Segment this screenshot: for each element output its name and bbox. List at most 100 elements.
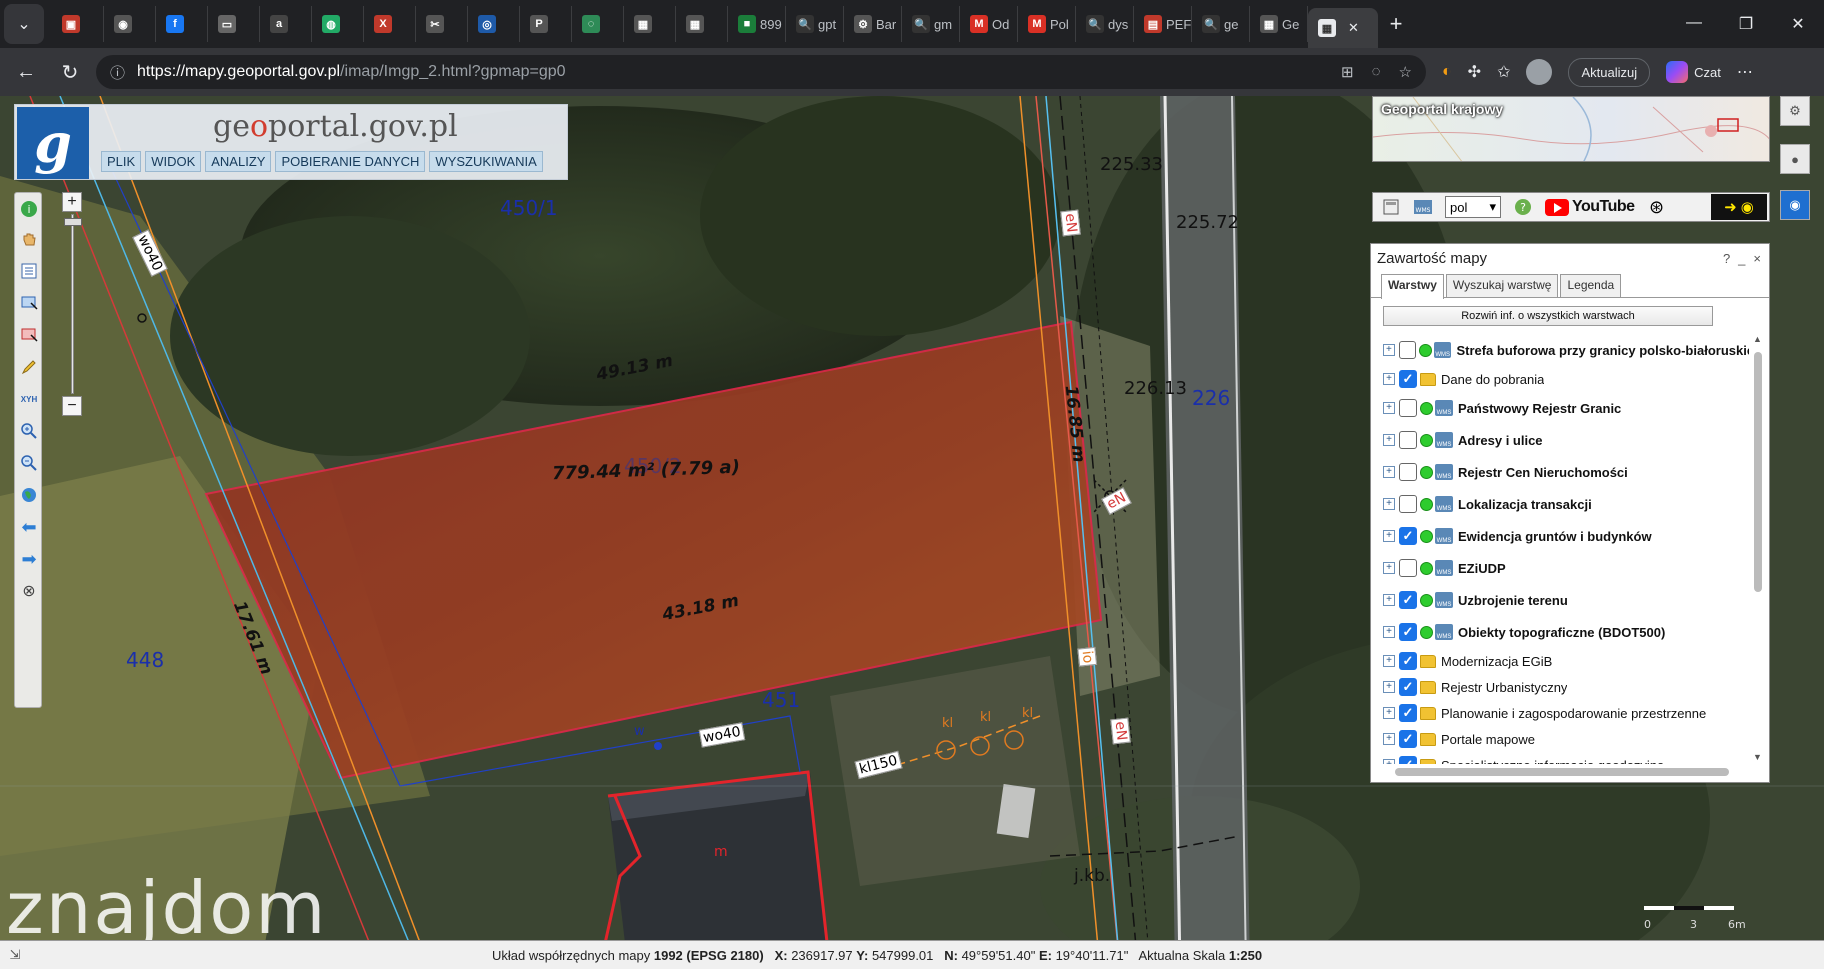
extension-colorful-icon[interactable]: ◐ [1442,63,1452,81]
extensions-puzzle-icon[interactable]: ✣ [1468,62,1481,82]
expand-plus-icon[interactable]: + [1383,402,1395,414]
geoportal-logo[interactable]: g [17,107,89,179]
expand-plus-icon[interactable]: + [1383,759,1395,764]
wms-service-icon[interactable]: WMS [1413,197,1433,217]
layer-row[interactable]: + ✓ Specjalistyczne informacje geodezyjne [1371,752,1749,764]
browser-tab[interactable]: M Od [960,6,1018,42]
back-button[interactable]: ← [8,54,44,90]
hscrollbar-thumb[interactable] [1395,768,1729,776]
layer-checkbox[interactable]: ✓ [1399,678,1417,696]
layer-row[interactable]: + WMS Państwowy Rejestr Granic [1371,392,1749,424]
layer-row[interactable]: + WMS EZiUDP [1371,552,1749,584]
new-tab-button[interactable]: + [1378,11,1414,37]
panel-close-button[interactable]: × [1753,251,1761,266]
layer-checkbox[interactable]: ✓ [1399,652,1417,670]
layer-checkbox[interactable]: ✓ [1399,756,1417,764]
expand-plus-icon[interactable]: + [1383,681,1395,693]
zoom-in-icon[interactable] [19,421,39,441]
panel-toggle-icon[interactable]: ● [1780,144,1810,174]
deselect-area-icon[interactable] [19,325,39,345]
layer-checkbox[interactable] [1398,341,1417,359]
panel-help-button[interactable]: ? [1723,251,1730,266]
layer-checkbox[interactable]: ✓ [1399,623,1417,641]
resize-icon[interactable]: ⇲ [0,947,30,963]
expand-plus-icon[interactable]: + [1383,655,1395,667]
layer-checkbox[interactable]: ✓ [1399,730,1417,748]
zoom-minus-button[interactable]: − [62,396,82,416]
more-menu-icon[interactable]: ⋯ [1737,62,1753,82]
browser-tab[interactable]: ▦ [676,6,728,42]
panel-minimize-button[interactable]: _ [1738,251,1745,266]
layer-checkbox[interactable] [1399,495,1417,513]
layer-list-hscrollbar[interactable] [1383,766,1749,778]
browser-tab[interactable]: ◍ [312,6,364,42]
layer-row[interactable]: + WMS Strefa buforowa przy granicy polsko-… [1371,334,1749,366]
browser-tab[interactable]: ▦ [624,6,676,42]
copilot-button[interactable]: Czat [1666,61,1721,83]
arrow-forward-icon[interactable]: ➡ [19,549,39,569]
browser-tab[interactable]: ■ 899 [728,6,786,42]
high-contrast-button[interactable]: ➜ ◉ [1711,194,1767,220]
xyh-coordinates-icon[interactable]: XYH [19,389,39,409]
expand-plus-icon[interactable]: + [1383,344,1395,356]
minimize-window-button[interactable]: — [1668,14,1720,34]
expand-plus-icon[interactable]: + [1383,594,1395,606]
scroll-down-icon[interactable]: ▼ [1753,752,1762,762]
tab-legenda[interactable]: Legenda [1560,274,1622,297]
globe-icon[interactable] [19,485,39,505]
zoom-knob[interactable] [64,218,82,226]
info-icon[interactable]: i [19,199,39,219]
browser-tab[interactable]: ◉ [104,6,156,42]
settings-icon[interactable]: ⚙ [1780,96,1810,126]
layer-row[interactable]: + ✓ Rejestr Urbanistyczny [1371,674,1749,700]
layer-row[interactable]: + ✓ Portale mapowe [1371,726,1749,752]
layer-row[interactable]: + WMS Adresy i ulice [1371,424,1749,456]
tab-wyszukaj-warstwe[interactable]: Wyszukaj warstwę [1445,274,1559,297]
layer-list-scrollbar[interactable]: ▲ ▼ [1751,334,1765,764]
browser-tab[interactable]: ◌ [572,6,624,42]
apps-icon[interactable]: ⊞ [1341,63,1354,81]
tab-search-button[interactable]: ⌄ [4,4,44,44]
expand-plus-icon[interactable]: + [1383,373,1395,385]
arrow-back-icon[interactable]: ⬅ [19,517,39,537]
browser-tab[interactable]: ✂ [416,6,468,42]
browser-tab[interactable]: a [260,6,312,42]
scroll-up-icon[interactable]: ▲ [1753,334,1762,344]
tracking-prevention-icon[interactable]: ◌ [1372,63,1381,81]
layer-checkbox[interactable]: ✓ [1399,591,1417,609]
browser-tab[interactable]: ⚙ Bar [844,6,902,42]
expand-all-layers-button[interactable]: Rozwiń inf. o wszystkich warstwach [1383,306,1713,326]
help-icon[interactable]: ? [1513,197,1533,217]
layer-row[interactable]: + ✓ Modernizacja EGiB [1371,648,1749,674]
expand-plus-icon[interactable]: + [1383,707,1395,719]
menu-pobieranie-danych[interactable]: POBIERANIE DANYCH [275,151,426,172]
browser-tab[interactable]: 🔍 ge [1192,6,1250,42]
expand-plus-icon[interactable]: + [1383,626,1395,638]
zoom-slider[interactable]: + − [62,192,84,422]
maximize-window-button[interactable]: ❐ [1720,14,1772,34]
calculator-icon[interactable] [1381,197,1401,217]
layer-checkbox[interactable] [1399,463,1417,481]
select-area-icon[interactable] [19,293,39,313]
close-window-button[interactable]: ✕ [1772,14,1824,34]
pan-hand-icon[interactable] [19,229,39,249]
tab-warstwy[interactable]: Warstwy [1381,274,1444,299]
menu-analizy[interactable]: ANALIZY [205,151,272,172]
browser-tab[interactable]: 🔍 dys [1076,6,1134,42]
layer-checkbox[interactable] [1399,399,1417,417]
visibility-eye-icon[interactable]: ◉ [1780,190,1810,220]
site-info-icon[interactable]: ⓘ [110,62,125,83]
expand-plus-icon[interactable]: + [1383,530,1395,542]
menu-widok[interactable]: WIDOK [145,151,202,172]
reload-button[interactable]: ↻ [52,54,88,90]
language-select[interactable]: pol ▾ [1445,196,1501,218]
browser-tab[interactable]: P [520,6,572,42]
legend-list-icon[interactable] [19,261,39,281]
layer-checkbox[interactable] [1399,559,1417,577]
overview-minimap[interactable]: Geoportal krajowy [1372,96,1770,162]
layer-checkbox[interactable]: ✓ [1399,704,1417,722]
expand-plus-icon[interactable]: + [1383,434,1395,446]
pencil-icon[interactable] [19,357,39,377]
scrollbar-thumb[interactable] [1754,352,1762,592]
close-tab-icon[interactable]: ✕ [1348,20,1359,36]
